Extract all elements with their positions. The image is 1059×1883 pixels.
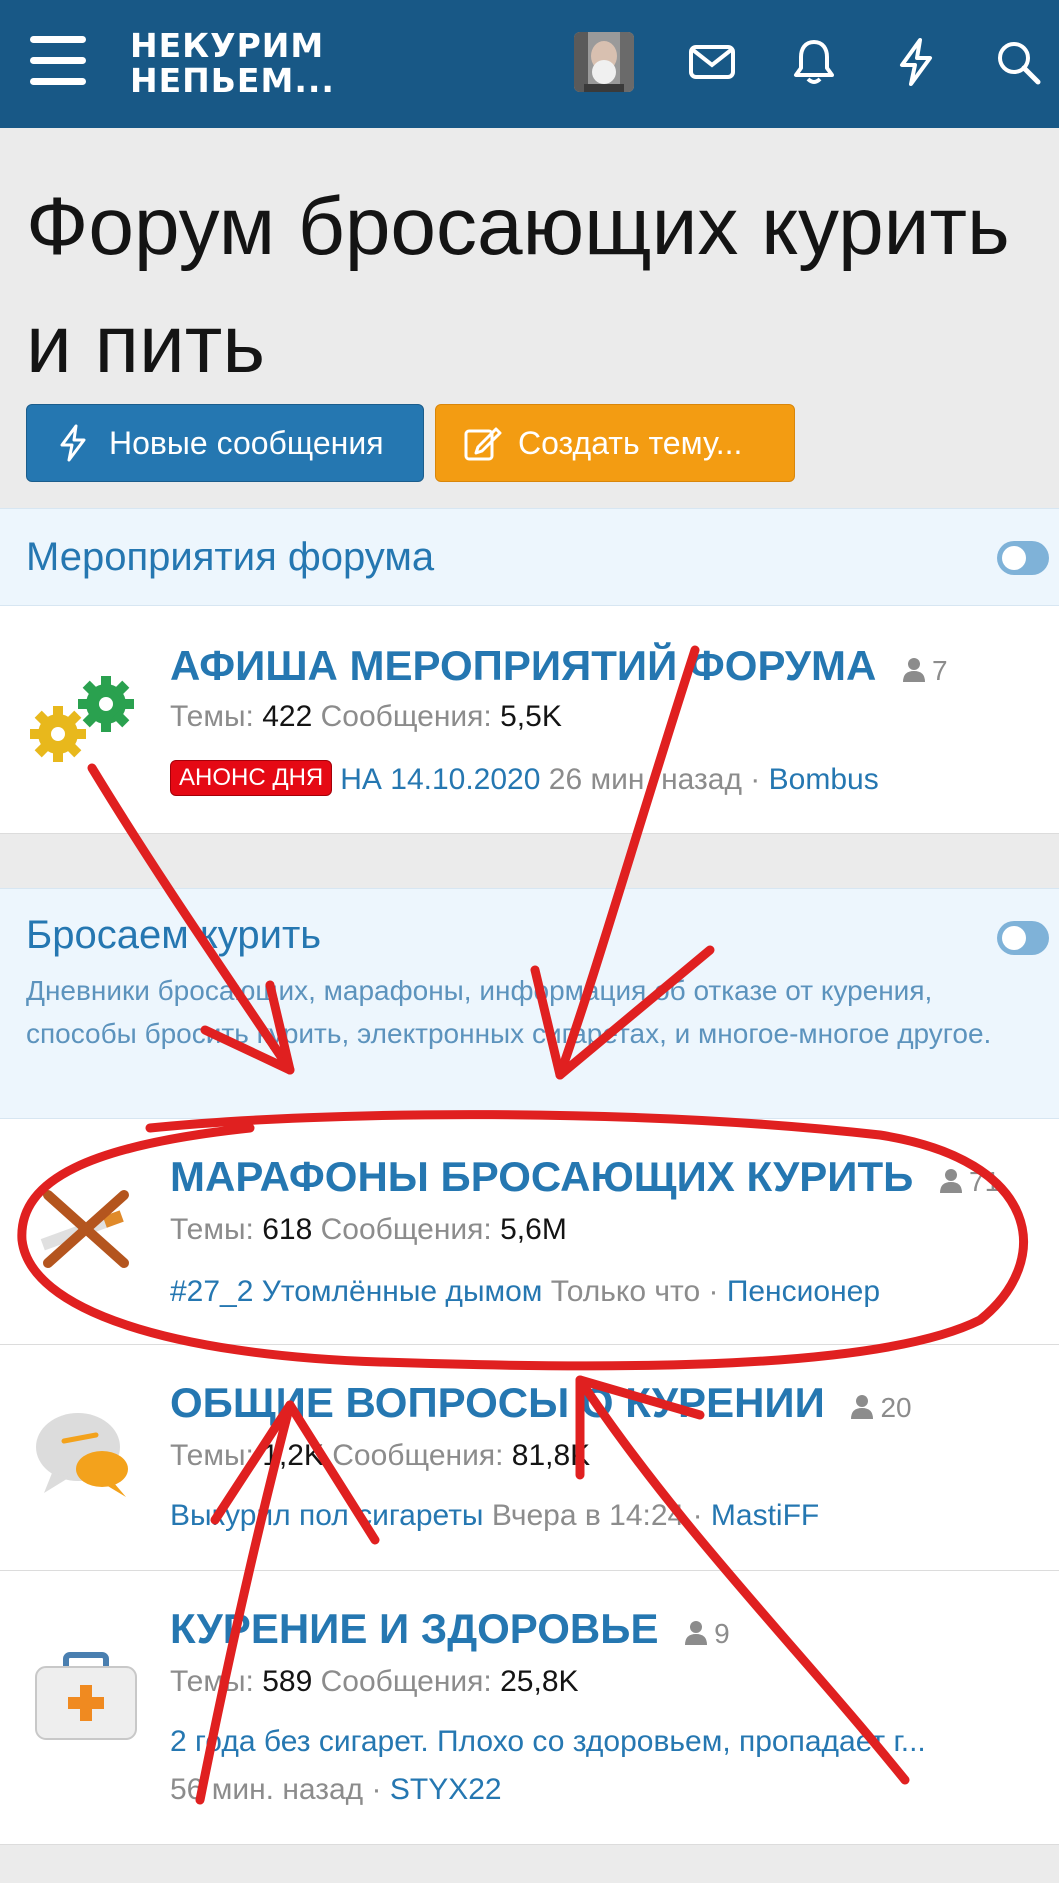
posts-count: 25,8K <box>500 1665 579 1698</box>
forum-node: АФИША МЕРОПРИЯТИЙ ФОРУМА 7 Темы: 422 Соо… <box>0 606 1059 834</box>
user-icon <box>940 1169 962 1193</box>
first-aid-kit-icon <box>26 1641 146 1761</box>
node-title[interactable]: МАРАФОНЫ БРОСАЮЩИХ КУРИТЬ 71 <box>170 1153 1000 1201</box>
category-title[interactable]: Бросаем курить <box>26 913 321 958</box>
last-post: #27_2 Утомлённые дымом Только что · Пенс… <box>170 1275 1045 1309</box>
node-title-text: АФИША МЕРОПРИЯТИЙ ФОРУМА <box>170 642 877 689</box>
logo-line-1: НЕКУРИМ <box>130 26 325 65</box>
users-count-value: 20 <box>880 1392 912 1423</box>
topics-count: 1,2K <box>262 1439 324 1472</box>
last-thread-link[interactable]: #27_2 Утомлённые дымом <box>170 1275 542 1308</box>
separator: · <box>750 763 761 796</box>
forum-node: ОБЩИЕ ВОПРОСЫ О КУРЕНИИ 20 Темы: 1,2K Со… <box>0 1345 1059 1571</box>
users-count: 7 <box>900 655 948 686</box>
mail-icon[interactable] <box>686 36 738 88</box>
edit-icon <box>464 427 502 461</box>
topics-label: Темы: <box>170 1439 254 1472</box>
category-header-events: Мероприятия форума <box>0 508 1059 606</box>
node-title[interactable]: КУРЕНИЕ И ЗДОРОВЬЕ 9 <box>170 1605 730 1653</box>
node-stats: Темы: 618 Сообщения: 5,6M <box>170 1213 567 1247</box>
topics-label: Темы: <box>170 1213 254 1246</box>
gears-icon <box>26 662 146 782</box>
create-thread-label: Создать тему... <box>518 424 743 461</box>
topics-count: 422 <box>262 700 313 733</box>
last-user-link[interactable]: MastiFF <box>711 1499 819 1532</box>
users-count-value: 7 <box>932 655 948 686</box>
topics-count: 589 <box>262 1665 313 1698</box>
last-thread-link[interactable]: Выкурил пол сигареты <box>170 1499 484 1532</box>
bell-icon[interactable] <box>788 36 840 88</box>
posts-count: 5,6M <box>500 1213 567 1246</box>
last-post: АНОНС ДНЯ НА 14.10.2020 26 мин. назад · B… <box>170 760 1045 797</box>
forum-node: МАРАФОНЫ БРОСАЮЩИХ КУРИТЬ 71 Темы: 618 С… <box>0 1119 1059 1345</box>
topics-label: Темы: <box>170 700 254 733</box>
last-user-link[interactable]: Пенсионер <box>727 1275 880 1308</box>
user-icon <box>685 1621 708 1645</box>
node-title-text: МАРАФОНЫ БРОСАЮЩИХ КУРИТЬ <box>170 1153 914 1200</box>
node-stats: Темы: 422 Сообщения: 5,5K <box>170 700 562 734</box>
posts-label: Сообщения: <box>320 700 492 733</box>
avatar[interactable] <box>574 32 634 92</box>
last-post: Выкурил пол сигареты Вчера в 14:24 · Mas… <box>170 1499 1045 1533</box>
separator: · <box>371 1773 382 1806</box>
last-post: 2 года без сигарет. Плохо со здоровьем, … <box>170 1725 1045 1759</box>
search-icon[interactable] <box>992 36 1044 88</box>
last-post-time[interactable]: 56 мин. назад <box>170 1773 363 1806</box>
users-count: 9 <box>682 1618 730 1649</box>
separator: · <box>708 1275 719 1308</box>
speech-bubbles-icon <box>26 1395 146 1515</box>
separator: · <box>692 1499 703 1532</box>
node-stats: Темы: 589 Сообщения: 25,8K <box>170 1665 579 1699</box>
menu-icon[interactable] <box>30 36 86 88</box>
collapse-toggle[interactable] <box>997 921 1049 955</box>
topics-count: 618 <box>262 1213 313 1246</box>
topics-label: Темы: <box>170 1665 254 1698</box>
category-title[interactable]: Мероприятия форума <box>26 535 434 580</box>
users-count: 20 <box>848 1392 912 1423</box>
posts-label: Сообщения: <box>320 1213 492 1246</box>
category-header-quit-smoking: Бросаем курить Дневники бросающих, мараф… <box>0 888 1059 1119</box>
page-title: Форум бросающих курить и пить <box>26 181 1010 390</box>
create-thread-button[interactable]: Создать тему... <box>435 404 795 482</box>
category-description: Дневники бросающих, марафоны, информация… <box>26 975 992 1049</box>
users-count-value: 71 <box>969 1166 1001 1197</box>
collapse-toggle[interactable] <box>997 541 1049 575</box>
user-icon <box>903 658 926 682</box>
section-gap <box>0 834 1059 888</box>
logo-line-2: НЕПЬЕМ... <box>130 61 335 100</box>
crossed-cigarette-icon <box>26 1167 146 1287</box>
user-icon <box>851 1395 874 1419</box>
bolt-icon <box>60 424 86 462</box>
node-stats: Темы: 1,2K Сообщения: 81,8K <box>170 1439 590 1473</box>
posts-label: Сообщения: <box>332 1439 504 1472</box>
new-posts-button[interactable]: Новые сообщения <box>26 404 424 482</box>
node-title-text: КУРЕНИЕ И ЗДОРОВЬЕ <box>170 1605 659 1652</box>
forum-node: КУРЕНИЕ И ЗДОРОВЬЕ 9 Темы: 589 Сообщения… <box>0 1571 1059 1845</box>
posts-label: Сообщения: <box>320 1665 492 1698</box>
posts-count: 5,5K <box>500 700 562 733</box>
last-post-time[interactable]: Вчера в 14:24 <box>492 1499 684 1532</box>
bolt-icon[interactable] <box>890 36 942 88</box>
last-user-link[interactable]: STYX22 <box>390 1773 502 1806</box>
last-user-link[interactable]: Bombus <box>769 763 879 796</box>
users-count: 71 <box>937 1166 1000 1197</box>
new-posts-label: Новые сообщения <box>109 424 384 461</box>
last-post-meta: 56 мин. назад · STYX22 <box>170 1773 1045 1807</box>
users-count-value: 9 <box>714 1618 730 1649</box>
last-post-time[interactable]: 26 мин. назад <box>549 763 742 796</box>
node-title[interactable]: ОБЩИЕ ВОПРОСЫ О КУРЕНИИ 20 <box>170 1379 912 1427</box>
node-title-text: ОБЩИЕ ВОПРОСЫ О КУРЕНИИ <box>170 1379 825 1426</box>
prefix-badge: АНОНС ДНЯ <box>170 760 333 796</box>
site-logo[interactable]: НЕКУРИМ НЕПЬЕМ... <box>130 28 335 98</box>
last-thread-link[interactable]: 2 года без сигарет. Плохо со здоровьем, … <box>170 1725 926 1758</box>
last-thread-link[interactable]: НА 14.10.2020 <box>340 763 540 796</box>
last-post-time[interactable]: Только что <box>551 1275 700 1308</box>
top-bar: НЕКУРИМ НЕПЬЕМ... <box>0 0 1059 128</box>
node-title[interactable]: АФИША МЕРОПРИЯТИЙ ФОРУМА 7 <box>170 642 948 690</box>
posts-count: 81,8K <box>511 1439 591 1472</box>
